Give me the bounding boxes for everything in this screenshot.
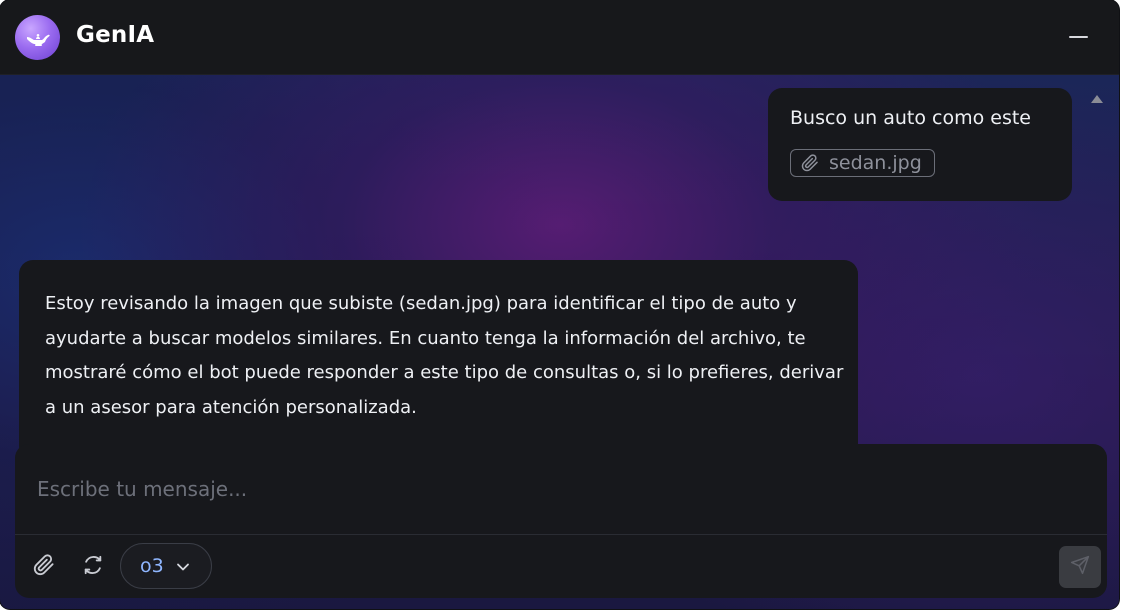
user-message-bubble: Busco un auto como este sedan.jpg	[768, 88, 1072, 201]
composer-divider	[15, 534, 1107, 535]
chevron-down-icon	[176, 559, 190, 573]
send-icon	[1070, 555, 1090, 579]
paperclip-icon	[801, 154, 819, 172]
genie-lamp-icon	[15, 15, 60, 60]
model-selector[interactable]: o3	[120, 543, 212, 589]
app-title: GenIA	[76, 22, 155, 48]
reset-chat-button[interactable]	[78, 552, 108, 582]
refresh-icon	[82, 554, 104, 580]
minimize-button[interactable]	[1066, 24, 1092, 50]
bot-message-bubble: Estoy revisando la imagen que subiste (s…	[19, 260, 858, 460]
bot-message-text: Estoy revisando la imagen que subiste (s…	[45, 293, 844, 418]
attachment-filename: sedan.jpg	[829, 152, 922, 174]
user-message-text: Busco un auto como este	[790, 107, 1031, 129]
chat-header: GenIA	[0, 0, 1119, 75]
attach-file-button[interactable]	[29, 552, 59, 582]
minimize-icon	[1069, 36, 1088, 38]
send-button[interactable]	[1059, 546, 1101, 588]
message-composer: o3	[15, 444, 1107, 598]
attachment-chip[interactable]: sedan.jpg	[790, 149, 935, 177]
message-input[interactable]	[15, 444, 1107, 534]
paperclip-icon	[33, 554, 55, 580]
model-selected-label: o3	[140, 555, 164, 577]
scroll-up-arrow-icon[interactable]	[1091, 95, 1103, 103]
chat-widget-window: GenIA Busco un auto como este sedan.jpg …	[0, 0, 1119, 609]
